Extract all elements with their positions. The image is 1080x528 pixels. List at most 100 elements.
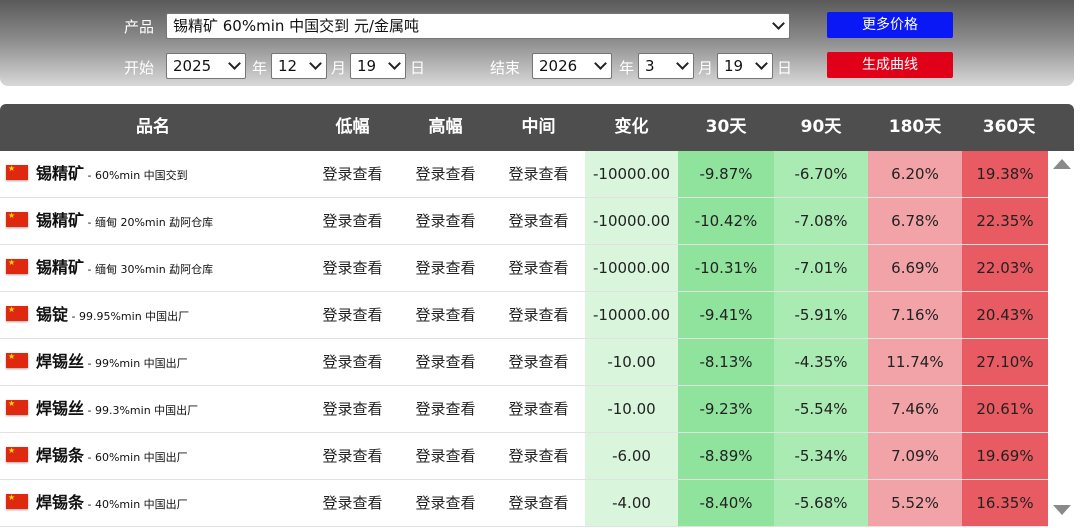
product-name: 锡锭 - 99.95%min 中国出厂 — [36, 292, 189, 340]
end-day-select[interactable]: 19 — [717, 53, 773, 79]
chevron-down-icon — [594, 57, 607, 70]
cell-change: -10000.00 — [585, 292, 678, 338]
cell-mid[interactable]: 登录查看 — [492, 339, 585, 385]
product-name: 焊锡丝 - 99%min 中国出厂 — [36, 339, 188, 387]
product-spec-text: 99%min 中国出厂 — [94, 357, 188, 370]
cell-high[interactable]: 登录查看 — [399, 151, 492, 197]
product-name-text: 焊锡条 — [36, 493, 85, 512]
table-row[interactable]: ★ 锡精矿 - 缅甸 30%min 勐阿仓库 登录查看 登录查看 登录查看 -10000.… — [0, 245, 1048, 292]
china-flag-icon: ★ — [6, 352, 28, 368]
end-month-select[interactable]: 3 — [638, 53, 694, 79]
cell-product[interactable]: ★ 焊锡条 - 40%min 中国出厂 — [0, 480, 306, 526]
cell-low[interactable]: 登录查看 — [306, 245, 399, 291]
cell-low[interactable]: 登录查看 — [306, 480, 399, 526]
product-select[interactable]: 锡精矿 60%min 中国交到 元/金属吨 — [166, 13, 790, 39]
table-row[interactable]: ★ 锡精矿 - 60%min 中国交到 登录查看 登录查看 登录查看 -10000.00-… — [0, 151, 1048, 198]
table-row[interactable]: ★ 焊锡丝 - 99%min 中国出厂 登录查看 登录查看 登录查看 -10.00 -8.1… — [0, 339, 1048, 386]
cell-product[interactable]: ★ 锡精矿 - 60%min 中国交到 — [0, 151, 306, 197]
generate-curve-button[interactable]: 生成曲线 — [827, 52, 953, 78]
cell-180d: 7.09% — [868, 433, 962, 479]
end-month-unit: 月 — [698, 59, 714, 77]
start-month-unit: 月 — [331, 59, 347, 77]
cell-product[interactable]: ★ 焊锡丝 - 99%min 中国出厂 — [0, 339, 306, 385]
table-row[interactable]: ★ 焊锡条 - 40%min 中国出厂 登录查看 登录查看 登录查看 -4.00 -8.40… — [0, 480, 1048, 527]
header-30d: 30天 — [705, 117, 747, 137]
cell-30d: -10.42% — [678, 198, 774, 244]
cell-product[interactable]: ★ 锡精矿 - 缅甸 30%min 勐阿仓库 — [0, 245, 306, 291]
price-control-panel: 产品 锡精矿 60%min 中国交到 元/金属吨 更多价格 开始 2025 年 … — [0, 0, 1074, 86]
cell-product[interactable]: ★ 锡精矿 - 缅甸 20%min 勐阿仓库 — [0, 198, 306, 244]
cell-low[interactable]: 登录查看 — [306, 151, 399, 197]
table-row[interactable]: ★ 焊锡丝 - 99.3%min 中国出厂 登录查看 登录查看 登录查看 -10.00 -9… — [0, 386, 1048, 433]
china-flag-icon: ★ — [6, 446, 28, 462]
product-spec-text: 缅甸 30%min 勐阿仓库 — [94, 263, 214, 276]
cell-mid[interactable]: 登录查看 — [492, 151, 585, 197]
cell-high[interactable]: 登录查看 — [399, 339, 492, 385]
cell-product[interactable]: ★ 焊锡条 - 60%min 中国出厂 — [0, 433, 306, 479]
header-high: 高幅 — [428, 117, 463, 137]
table-row[interactable]: ★ 锡精矿 - 缅甸 20%min 勐阿仓库 登录查看 登录查看 登录查看 -10000.… — [0, 198, 1048, 245]
cell-high[interactable]: 登录查看 — [399, 198, 492, 244]
china-flag-icon: ★ — [6, 164, 28, 180]
table-row[interactable]: ★ 焊锡条 - 60%min 中国出厂 登录查看 登录查看 登录查看 -6.00 -8.89… — [0, 433, 1048, 480]
end-day-value: 19 — [724, 57, 744, 75]
cell-change: -6.00 — [585, 433, 678, 479]
product-name-text: 锡精矿 — [36, 211, 85, 230]
cell-low[interactable]: 登录查看 — [306, 433, 399, 479]
start-year-select[interactable]: 2025 — [166, 53, 246, 79]
start-label: 开始 — [124, 59, 155, 77]
cell-90d: -7.01% — [774, 245, 868, 291]
product-name: 焊锡条 - 60%min 中国出厂 — [36, 433, 188, 481]
end-month-value: 3 — [645, 57, 655, 75]
cell-product[interactable]: ★ 锡锭 - 99.95%min 中国出厂 — [0, 292, 306, 338]
product-name: 锡精矿 - 缅甸 20%min 勐阿仓库 — [36, 198, 213, 246]
product-spec: - 60%min 中国交到 — [84, 169, 188, 182]
scroll-down-arrow-icon[interactable] — [1053, 505, 1071, 515]
cell-mid[interactable]: 登录查看 — [492, 292, 585, 338]
cell-mid[interactable]: 登录查看 — [492, 245, 585, 291]
cell-high[interactable]: 登录查看 — [399, 292, 492, 338]
cell-low[interactable]: 登录查看 — [306, 339, 399, 385]
table-row[interactable]: ★ 锡锭 - 99.95%min 中国出厂 登录查看 登录查看 登录查看 -10000.0… — [0, 292, 1048, 339]
cell-high[interactable]: 登录查看 — [399, 245, 492, 291]
scroll-up-arrow-icon[interactable] — [1053, 159, 1071, 169]
cell-high[interactable]: 登录查看 — [399, 433, 492, 479]
product-name-text: 锡锭 — [36, 305, 69, 324]
product-spec: - 40%min 中国出厂 — [84, 498, 188, 511]
cell-change: -10.00 — [585, 339, 678, 385]
header-90d: 90天 — [800, 117, 842, 137]
cell-30d: -9.41% — [678, 292, 774, 338]
chevron-down-icon — [388, 57, 401, 70]
cell-mid[interactable]: 登录查看 — [492, 433, 585, 479]
cell-30d: -8.89% — [678, 433, 774, 479]
header-mid: 中间 — [521, 117, 556, 137]
cell-mid[interactable]: 登录查看 — [492, 480, 585, 526]
chevron-down-icon — [755, 57, 768, 70]
cell-low[interactable]: 登录查看 — [306, 386, 399, 432]
cell-360d: 20.43% — [962, 292, 1048, 338]
cell-high[interactable]: 登录查看 — [399, 480, 492, 526]
cell-low[interactable]: 登录查看 — [306, 292, 399, 338]
product-name: 焊锡丝 - 99.3%min 中国出厂 — [36, 386, 198, 434]
cell-change: -10000.00 — [585, 245, 678, 291]
header-change: 变化 — [614, 117, 649, 137]
product-spec: - 缅甸 30%min 勐阿仓库 — [84, 263, 214, 276]
cell-mid[interactable]: 登录查看 — [492, 386, 585, 432]
product-name-text: 焊锡丝 — [36, 352, 85, 371]
cell-30d: -10.31% — [678, 245, 774, 291]
cell-high[interactable]: 登录查看 — [399, 386, 492, 432]
product-name-text: 锡精矿 — [36, 164, 85, 183]
chevron-down-icon — [228, 57, 241, 70]
start-month-select[interactable]: 12 — [271, 53, 327, 79]
start-day-select[interactable]: 19 — [350, 53, 406, 79]
cell-180d: 7.16% — [868, 292, 962, 338]
product-spec-text: 缅甸 20%min 勐阿仓库 — [94, 216, 214, 229]
more-prices-button[interactable]: 更多价格 — [827, 12, 953, 38]
cell-low[interactable]: 登录查看 — [306, 198, 399, 244]
cell-mid[interactable]: 登录查看 — [492, 198, 585, 244]
china-flag-icon: ★ — [6, 305, 28, 321]
cell-change: -10000.00 — [585, 198, 678, 244]
cell-product[interactable]: ★ 焊锡丝 - 99.3%min 中国出厂 — [0, 386, 306, 432]
product-name: 锡精矿 - 60%min 中国交到 — [36, 151, 188, 199]
end-year-select[interactable]: 2026 — [532, 53, 612, 79]
